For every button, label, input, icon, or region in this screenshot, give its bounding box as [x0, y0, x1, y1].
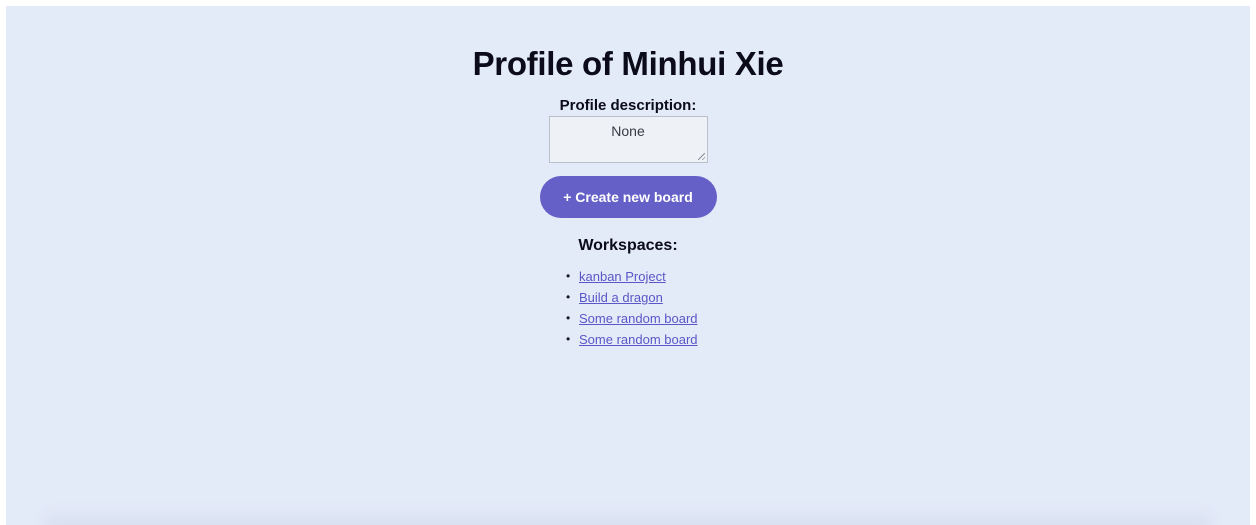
list-item: • kanban Project: [6, 266, 1250, 287]
create-new-board-button[interactable]: + Create new board: [539, 176, 717, 218]
workspaces-list: • kanban Project • Build a dragon • Some…: [6, 266, 1250, 350]
bullet-icon: •: [566, 290, 571, 304]
workspace-link-build-a-dragon[interactable]: Build a dragon: [579, 287, 663, 308]
resize-grip-icon[interactable]: [697, 153, 705, 160]
profile-container: Profile of Minhui Xie Profile descriptio…: [6, 44, 1250, 350]
workspace-link-kanban-project[interactable]: kanban Project: [579, 266, 666, 287]
bullet-icon: •: [566, 332, 571, 346]
workspace-link-some-random-board-2[interactable]: Some random board: [579, 329, 698, 350]
bullet-icon: •: [566, 269, 571, 283]
list-item: • Some random board: [6, 329, 1250, 350]
profile-description-label: Profile description:: [559, 97, 697, 114]
list-item: • Build a dragon: [6, 287, 1250, 308]
profile-description-textarea[interactable]: None: [548, 116, 708, 163]
bottom-shadow: [46, 509, 1210, 525]
list-item: • Some random board: [6, 308, 1250, 329]
profile-description-value: None: [611, 123, 645, 139]
workspace-link-some-random-board[interactable]: Some random board: [579, 308, 698, 329]
page-frame: Profile of Minhui Xie Profile descriptio…: [6, 6, 1250, 525]
workspaces-heading: Workspaces:: [578, 237, 678, 254]
bullet-icon: •: [566, 311, 571, 325]
page-title: Profile of Minhui Xie: [472, 45, 784, 82]
